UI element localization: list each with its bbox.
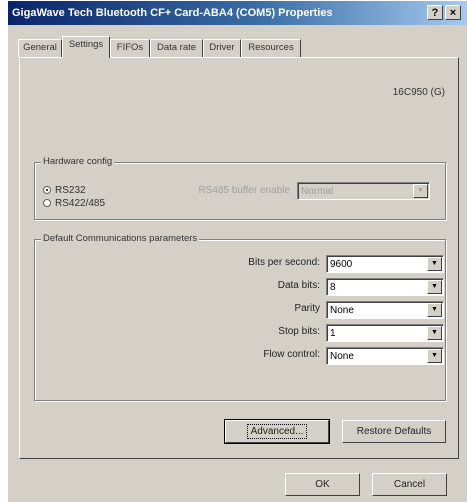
advanced-button-label: Advanced... <box>246 424 308 439</box>
tab-resources[interactable]: Resources <box>241 39 301 57</box>
chevron-down-icon[interactable]: ▼ <box>427 349 442 363</box>
stop-bits-label: Stop bits: <box>278 326 320 337</box>
tab-data-rate[interactable]: Data rate <box>150 39 203 57</box>
comm-params-group: Default Communications parameters Bits p… <box>34 233 446 401</box>
cancel-button[interactable]: Cancel <box>372 473 447 496</box>
chevron-down-icon: ▼ <box>413 184 428 198</box>
bits-per-second-label: Bits per second: <box>248 257 320 268</box>
parity-select[interactable]: None ▼ <box>326 301 444 319</box>
help-button[interactable]: ? <box>427 5 443 20</box>
bits-per-second-value: 9600 <box>330 259 353 270</box>
ok-button[interactable]: OK <box>285 473 360 496</box>
parity-value: None <box>330 305 354 316</box>
radio-rs232[interactable]: RS232 <box>43 185 86 196</box>
data-bits-label: Data bits: <box>277 280 320 291</box>
tab-general[interactable]: General <box>18 39 62 57</box>
properties-window: GigaWave Tech Bluetooth CF+ Card-ABA4 (C… <box>7 0 467 502</box>
rs485-buffer-select: Normal ▼ <box>297 182 430 200</box>
advanced-button[interactable]: Advanced... <box>224 419 330 444</box>
radio-rs422-485[interactable]: RS422/485 <box>43 198 105 209</box>
close-button[interactable]: × <box>445 5 461 20</box>
tab-fifos[interactable]: FIFOs <box>110 39 150 57</box>
tab-driver[interactable]: Driver <box>203 39 241 57</box>
tab-settings[interactable]: Settings <box>62 36 110 58</box>
flow-control-label: Flow control: <box>263 349 320 360</box>
comm-params-legend: Default Communications parameters <box>41 233 200 244</box>
settings-panel: 16C950 (G) Hardware config RS232 RS422/4… <box>19 57 459 459</box>
flow-control-value: None <box>330 351 354 362</box>
rs485-buffer-label: RS485 buffer enable <box>198 185 290 196</box>
flow-control-select[interactable]: None ▼ <box>326 347 444 365</box>
chip-id-label: 16C950 (G) <box>392 87 445 98</box>
data-bits-value: 8 <box>330 282 336 293</box>
title-bar[interactable]: GigaWave Tech Bluetooth CF+ Card-ABA4 (C… <box>8 1 467 25</box>
window-title: GigaWave Tech Bluetooth CF+ Card-ABA4 (C… <box>12 7 333 19</box>
chevron-down-icon[interactable]: ▼ <box>427 326 442 340</box>
parity-label: Parity <box>294 303 320 314</box>
rs485-buffer-value: Normal <box>301 186 334 197</box>
hardware-config-legend: Hardware config <box>41 156 115 167</box>
restore-defaults-button[interactable]: Restore Defaults <box>342 420 446 443</box>
stop-bits-select[interactable]: 1 ▼ <box>326 324 444 342</box>
bits-per-second-select[interactable]: 9600 ▼ <box>326 255 444 273</box>
radio-rs422-485-label: RS422/485 <box>55 198 106 209</box>
stop-bits-value: 1 <box>330 328 336 339</box>
chevron-down-icon[interactable]: ▼ <box>427 280 442 294</box>
radio-selected-icon <box>43 186 51 195</box>
data-bits-select[interactable]: 8 ▼ <box>326 278 444 296</box>
chevron-down-icon[interactable]: ▼ <box>427 257 442 271</box>
radio-rs232-label: RS232 <box>55 185 86 196</box>
chevron-down-icon[interactable]: ▼ <box>427 303 442 317</box>
hardware-config-group: Hardware config RS232 RS422/485 RS485 bu… <box>34 156 446 220</box>
radio-unselected-icon <box>43 199 51 208</box>
